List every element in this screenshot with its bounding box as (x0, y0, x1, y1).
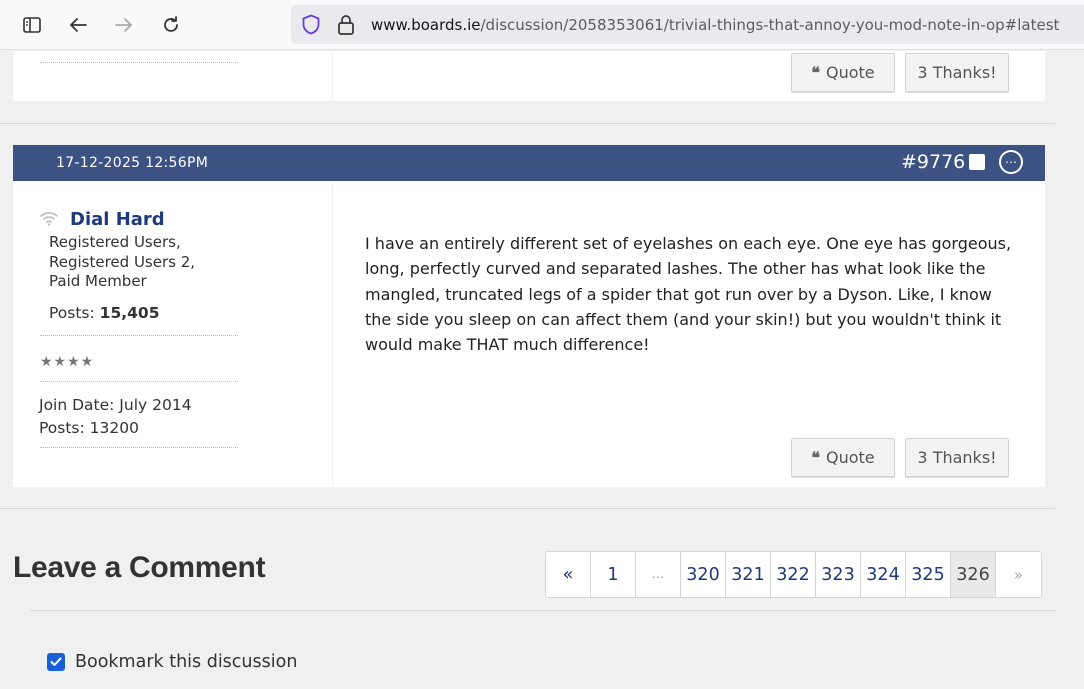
thanks-button[interactable]: 3 Thanks! (905, 438, 1009, 477)
previous-thanks-button[interactable]: 3 Thanks! (905, 53, 1009, 92)
page-link[interactable]: 1 (591, 552, 636, 597)
pagination: «1… 320 321 322 323 324 325 326 » (545, 551, 1042, 598)
browser-toolbar: www.boards.ie/discussion/2058353061/triv… (0, 0, 1084, 50)
page-link[interactable]: 323 (816, 552, 861, 597)
post-separator (0, 508, 1055, 509)
more-options-icon[interactable]: ⋯ (999, 150, 1023, 174)
next-page-link: » (1013, 565, 1024, 584)
post-number[interactable]: #9776 (901, 151, 965, 173)
url-text[interactable]: www.boards.ie/discussion/2058353061/triv… (371, 16, 1059, 34)
post-header: 17-12-2025 12:56PM #9776 ⋯ (13, 145, 1045, 181)
author-groups: Registered Users, Registered Users 2, Pa… (49, 233, 195, 292)
post-separator (0, 123, 1055, 124)
author-post-count: Posts: 13200 (39, 419, 139, 437)
bookmark-checkbox[interactable] (47, 653, 65, 671)
quote-label: Quote (825, 63, 875, 82)
bookmark-label: Bookmark this discussion (75, 652, 298, 672)
post-select-checkbox[interactable] (969, 154, 985, 170)
previous-post-content-column: ❝ Quote 3 Thanks! (333, 51, 1045, 101)
author-stats: Join Date: July 2014 Posts: 13200 (39, 394, 192, 440)
author-posts-value: 15,405 (99, 304, 160, 322)
sidebar-icon[interactable] (17, 10, 47, 40)
url-path: /discussion/2058353061/trivial-things-th… (480, 16, 1060, 34)
address-bar[interactable]: www.boards.ie/discussion/2058353061/triv… (291, 5, 1084, 44)
post-content-column: I have an entirely different set of eyel… (333, 181, 1045, 487)
page-link[interactable]: 325 (906, 552, 951, 597)
author-join-date: Join Date: July 2014 (39, 396, 192, 414)
quote-button[interactable]: ❝ Quote (791, 438, 895, 477)
author-posts: Posts: 15,405 (49, 304, 160, 322)
reload-icon[interactable] (156, 10, 186, 40)
author-rating: ★★★★ (40, 354, 95, 370)
forward-icon[interactable] (109, 10, 139, 40)
quote-label: Quote (825, 448, 875, 467)
author-posts-label: Posts: (49, 304, 95, 322)
page-link[interactable]: 324 (861, 552, 906, 597)
url-host: www.boards.ie (371, 16, 481, 34)
shield-icon[interactable] (301, 14, 321, 39)
page-link[interactable]: 321 (726, 552, 771, 597)
divider (40, 335, 238, 336)
divider (40, 62, 238, 63)
quote-icon: ❝ (811, 63, 820, 82)
back-icon[interactable] (63, 10, 93, 40)
thanks-label: 3 Thanks! (917, 63, 997, 82)
thanks-label: 3 Thanks! (917, 448, 997, 467)
comment-separator (30, 610, 1055, 611)
author-column: Dial Hard Registered Users, Registered U… (13, 181, 332, 487)
previous-quote-button[interactable]: ❝ Quote (791, 53, 895, 92)
divider (40, 381, 238, 382)
author-name[interactable]: Dial Hard (70, 209, 165, 230)
post-date: 17-12-2025 12:56PM (56, 155, 209, 171)
page-ellipsis: … (636, 552, 681, 597)
author-group: Registered Users 2, (49, 252, 196, 271)
prev-page-link[interactable]: « (546, 552, 591, 597)
current-page[interactable]: 326 (951, 552, 996, 597)
author-group: Paid Member (49, 272, 147, 290)
previous-post-user-column (13, 51, 332, 101)
page-link[interactable]: 322 (771, 552, 816, 597)
leave-comment-heading: Leave a Comment (13, 551, 266, 584)
page-link[interactable]: 320 (681, 552, 726, 597)
author-group: Registered Users, (49, 233, 181, 251)
quote-icon: ❝ (811, 448, 820, 467)
post-body: I have an entirely different set of eyel… (365, 234, 1012, 355)
divider (40, 447, 238, 448)
online-status-icon (39, 210, 59, 230)
bookmark-toggle[interactable]: Bookmark this discussion (47, 652, 297, 672)
lock-icon[interactable] (337, 14, 355, 39)
page-content: ❝ Quote 3 Thanks! 17-12-2025 12:56PM #97… (0, 51, 1084, 689)
